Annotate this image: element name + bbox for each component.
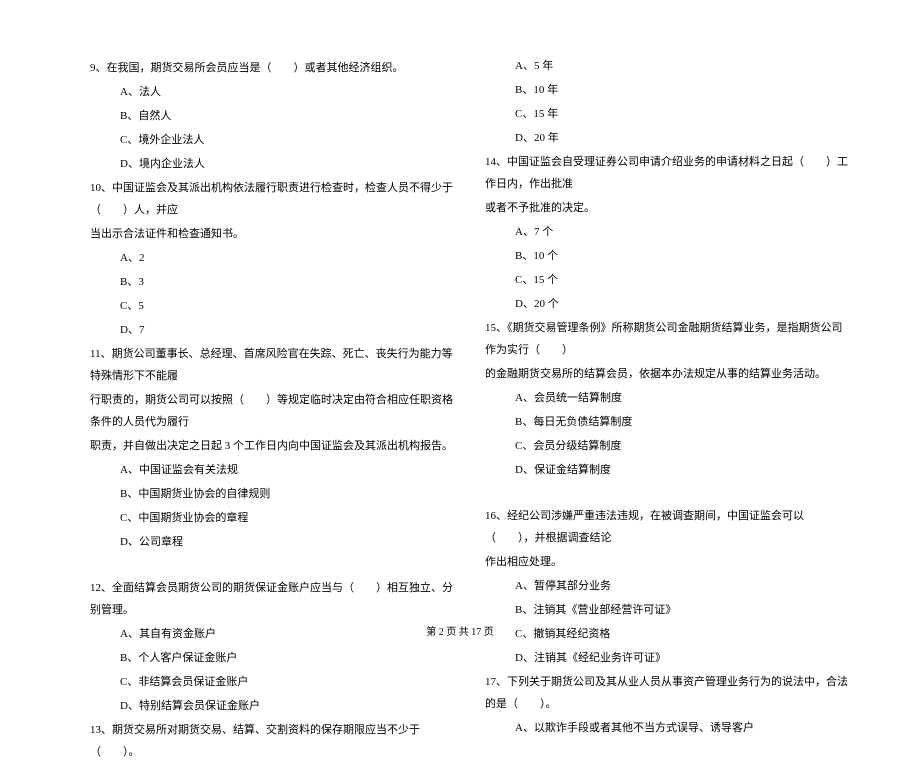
page-container: 9、在我国，期货交易所会员应当是（ ）或者其他经济组织。 A、法人 B、自然人 … <box>0 0 920 765</box>
q11-stem-1: 11、期货公司董事长、总经理、首席风险官在失踪、死亡、丧失行为能力等特殊情形下不… <box>90 343 455 387</box>
left-column: 9、在我国，期货交易所会员应当是（ ）或者其他经济组织。 A、法人 B、自然人 … <box>90 55 455 765</box>
right-column: A、5 年 B、10 年 C、15 年 D、20 年 14、中国证监会自受理证券… <box>485 55 850 765</box>
q11-stem-3: 职责，并自做出决定之日起 3 个工作日内向中国证监会及其派出机构报告。 <box>90 435 455 457</box>
page-footer: 第 2 页 共 17 页 <box>0 623 920 638</box>
spacer <box>485 483 850 503</box>
q14-option-d: D、20 个 <box>485 293 850 315</box>
q12-option-d: D、特别结算会员保证金账户 <box>90 695 455 717</box>
q13-option-b: B、10 年 <box>485 79 850 101</box>
q15-option-c: C、会员分级结算制度 <box>485 435 850 457</box>
q15-option-d: D、保证金结算制度 <box>485 459 850 481</box>
q14-option-a: A、7 个 <box>485 221 850 243</box>
q10-option-c: C、5 <box>90 295 455 317</box>
q14-stem-1: 14、中国证监会自受理证券公司申请介绍业务的申请材料之日起（ ）工作日内，作出批… <box>485 151 850 195</box>
q16-stem-1: 16、经纪公司涉嫌严重违法违规，在被调查期间，中国证监会可以（ ），并根据调查结… <box>485 505 850 549</box>
q16-option-b: B、注销其《营业部经营许可证》 <box>485 599 850 621</box>
q9-option-a: A、法人 <box>90 81 455 103</box>
q14-option-c: C、15 个 <box>485 269 850 291</box>
q9-option-c: C、境外企业法人 <box>90 129 455 151</box>
q10-option-a: A、2 <box>90 247 455 269</box>
q9-option-b: B、自然人 <box>90 105 455 127</box>
q15-option-b: B、每日无负债结算制度 <box>485 411 850 433</box>
q10-option-d: D、7 <box>90 319 455 341</box>
q13-option-d: D、20 年 <box>485 127 850 149</box>
q12-option-c: C、非结算会员保证金账户 <box>90 671 455 693</box>
q11-stem-2: 行职责的，期货公司可以按照（ ）等规定临时决定由符合相应任职资格条件的人员代为履… <box>90 389 455 433</box>
q16-stem-2: 作出相应处理。 <box>485 551 850 573</box>
q16-option-d: D、注销其《经纪业务许可证》 <box>485 647 850 669</box>
q15-option-a: A、会员统一结算制度 <box>485 387 850 409</box>
q12-option-b: B、个人客户保证金账户 <box>90 647 455 669</box>
q11-option-a: A、中国证监会有关法规 <box>90 459 455 481</box>
q9-stem: 9、在我国，期货交易所会员应当是（ ）或者其他经济组织。 <box>90 57 455 79</box>
q11-option-c: C、中国期货业协会的章程 <box>90 507 455 529</box>
q11-option-b: B、中国期货业协会的自律规则 <box>90 483 455 505</box>
q16-option-a: A、暂停其部分业务 <box>485 575 850 597</box>
q17-stem: 17、下列关于期货公司及其从业人员从事资产管理业务行为的说法中，合法的是（ ）。 <box>485 671 850 715</box>
q13-option-a: A、5 年 <box>485 55 850 77</box>
q10-stem-1: 10、中国证监会及其派出机构依法履行职责进行检查时，检查人员不得少于（ ）人，并… <box>90 177 455 221</box>
q15-stem-1: 15、《期货交易管理条例》所称期货公司金融期货结算业务，是指期货公司作为实行（ … <box>485 317 850 361</box>
q13-option-c: C、15 年 <box>485 103 850 125</box>
q10-option-b: B、3 <box>90 271 455 293</box>
q11-option-d: D、公司章程 <box>90 531 455 553</box>
q14-stem-2: 或者不予批准的决定。 <box>485 197 850 219</box>
spacer <box>90 555 455 575</box>
q12-stem: 12、全面结算会员期货公司的期货保证金账户应当与（ ）相互独立、分别管理。 <box>90 577 455 621</box>
q10-stem-2: 当出示合法证件和检查通知书。 <box>90 223 455 245</box>
q9-option-d: D、境内企业法人 <box>90 153 455 175</box>
q17-option-a: A、以欺诈手段或者其他不当方式误导、诱导客户 <box>485 717 850 739</box>
q13-stem: 13、期货交易所对期货交易、结算、交割资料的保存期限应当不少于（ ）。 <box>90 719 455 763</box>
q15-stem-2: 的金融期货交易所的结算会员，依据本办法规定从事的结算业务活动。 <box>485 363 850 385</box>
q14-option-b: B、10 个 <box>485 245 850 267</box>
